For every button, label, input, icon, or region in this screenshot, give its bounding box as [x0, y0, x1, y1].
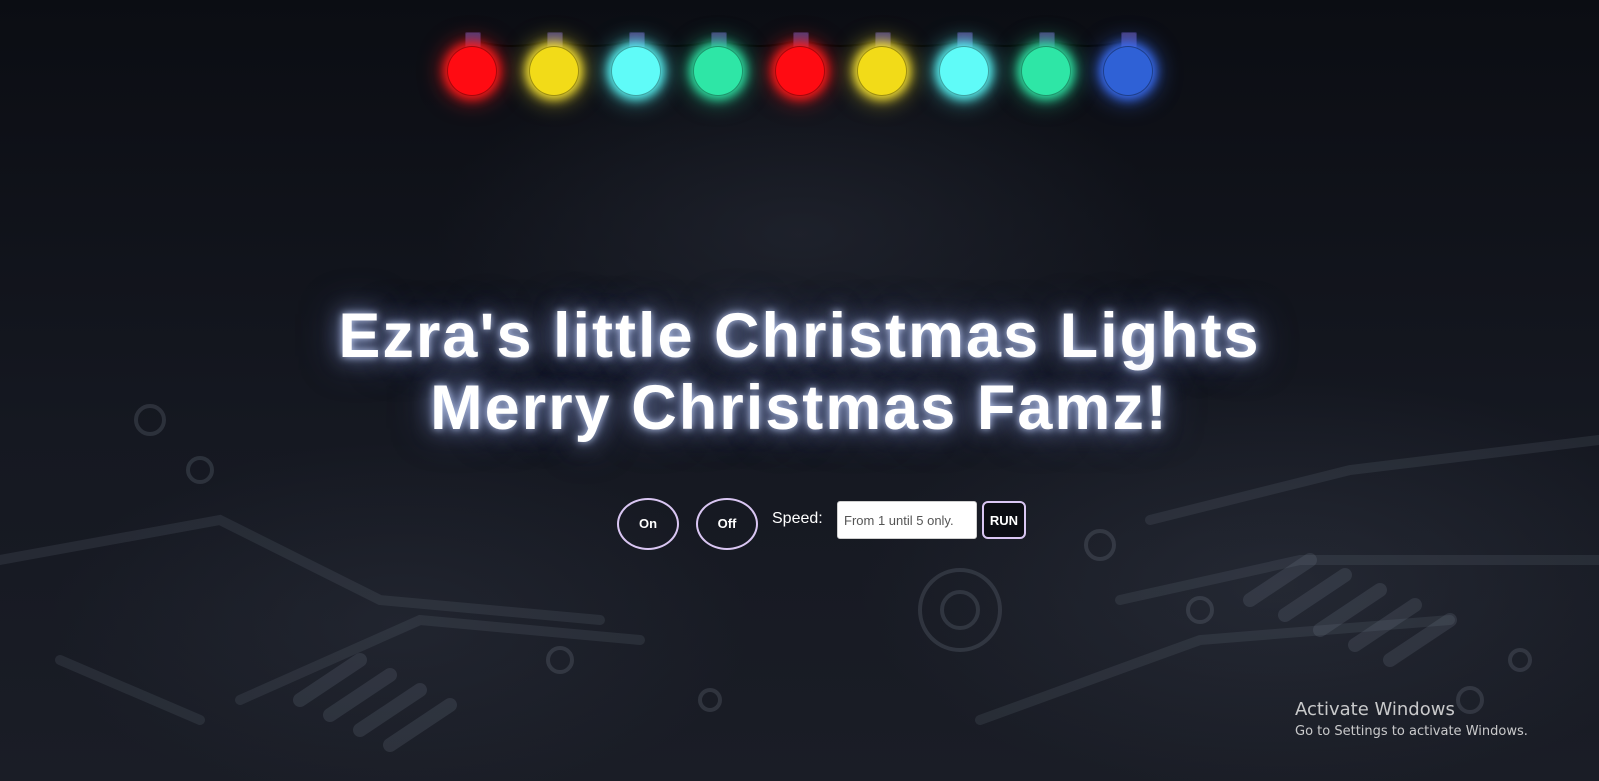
title-line-2: Merry Christmas Famz!: [430, 373, 1169, 443]
bulb-glass: [447, 46, 497, 96]
light-bulb: [611, 32, 661, 98]
bulb-glass: [857, 46, 907, 96]
light-bulb: [939, 32, 989, 98]
page-title: Ezra's little Christmas Lights Merry Chr…: [0, 300, 1599, 444]
bulb-glass: [611, 46, 661, 96]
bulb-glass: [1021, 46, 1071, 96]
light-bulb: [1103, 32, 1153, 98]
light-bulb: [857, 32, 907, 98]
bulb-glass: [693, 46, 743, 96]
on-button[interactable]: On: [617, 498, 679, 550]
christmas-lights-string: [0, 0, 1599, 110]
title-line-1: Ezra's little Christmas Lights: [338, 301, 1261, 371]
windows-activation-watermark: Activate Windows Go to Settings to activ…: [1295, 698, 1528, 742]
light-bulb: [693, 32, 743, 98]
controls-bar: On Off Speed: RUN: [0, 498, 1599, 550]
speed-input[interactable]: [837, 501, 977, 539]
light-bulb: [775, 32, 825, 98]
watermark-title: Activate Windows: [1295, 699, 1455, 720]
light-bulb: [529, 32, 579, 98]
bulb-glass: [529, 46, 579, 96]
bulb-glass: [1103, 46, 1153, 96]
light-bulb: [1021, 32, 1071, 98]
run-button[interactable]: RUN: [982, 501, 1026, 539]
bulb-glass: [939, 46, 989, 96]
bulb-glass: [775, 46, 825, 96]
off-button[interactable]: Off: [696, 498, 758, 550]
light-bulb: [447, 32, 497, 98]
watermark-subtitle: Go to Settings to activate Windows.: [1295, 724, 1528, 739]
speed-label: Speed:: [772, 510, 823, 527]
